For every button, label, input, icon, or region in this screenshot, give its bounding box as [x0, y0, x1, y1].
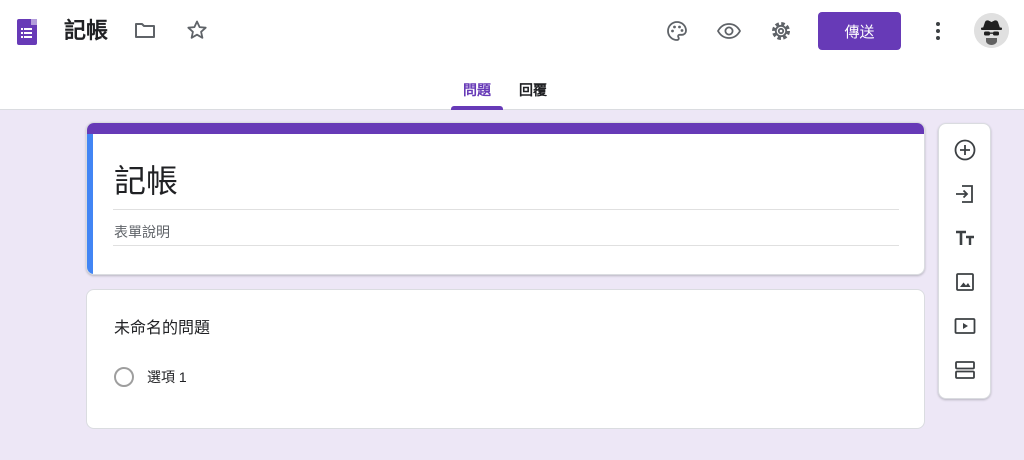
option-label[interactable]: 選項 1: [147, 367, 187, 387]
selected-card-accent: [87, 134, 93, 274]
tab-bar: 問題 回覆: [0, 70, 1024, 110]
forms-logo-icon[interactable]: [17, 19, 37, 45]
tab-questions[interactable]: 問題: [463, 80, 491, 100]
folder-icon[interactable]: [129, 14, 161, 46]
preview-eye-icon[interactable]: [713, 15, 745, 47]
add-question-icon[interactable]: [952, 137, 978, 163]
more-vert-icon[interactable]: [922, 15, 954, 47]
radio-button[interactable]: [114, 367, 134, 387]
form-description-field[interactable]: 表單說明: [114, 222, 170, 242]
form-title[interactable]: 記帳: [114, 161, 178, 201]
description-underline: [113, 245, 899, 246]
avatar[interactable]: [974, 13, 1009, 48]
active-tab-indicator: [451, 106, 503, 110]
import-questions-icon[interactable]: [952, 181, 978, 207]
add-image-icon[interactable]: [952, 269, 978, 295]
add-section-icon[interactable]: [952, 357, 978, 383]
top-bar: 記帳 傳送 問題 回覆: [0, 0, 1024, 110]
header-color-band: [87, 123, 924, 134]
question-title[interactable]: 未命名的問題: [114, 318, 210, 340]
gear-icon[interactable]: [765, 15, 797, 47]
title-underline: [113, 209, 899, 210]
document-title[interactable]: 記帳: [64, 16, 108, 46]
form-header-card[interactable]: 記帳 表單說明: [86, 122, 925, 275]
send-button[interactable]: 傳送: [818, 12, 901, 50]
side-toolbar: [938, 123, 991, 399]
add-video-icon[interactable]: [952, 313, 978, 339]
tab-responses[interactable]: 回覆: [519, 80, 547, 100]
palette-icon[interactable]: [661, 15, 693, 47]
star-icon[interactable]: [181, 14, 213, 46]
question-card[interactable]: 未命名的問題 選項 1: [86, 289, 925, 429]
add-title-icon[interactable]: [952, 225, 978, 251]
